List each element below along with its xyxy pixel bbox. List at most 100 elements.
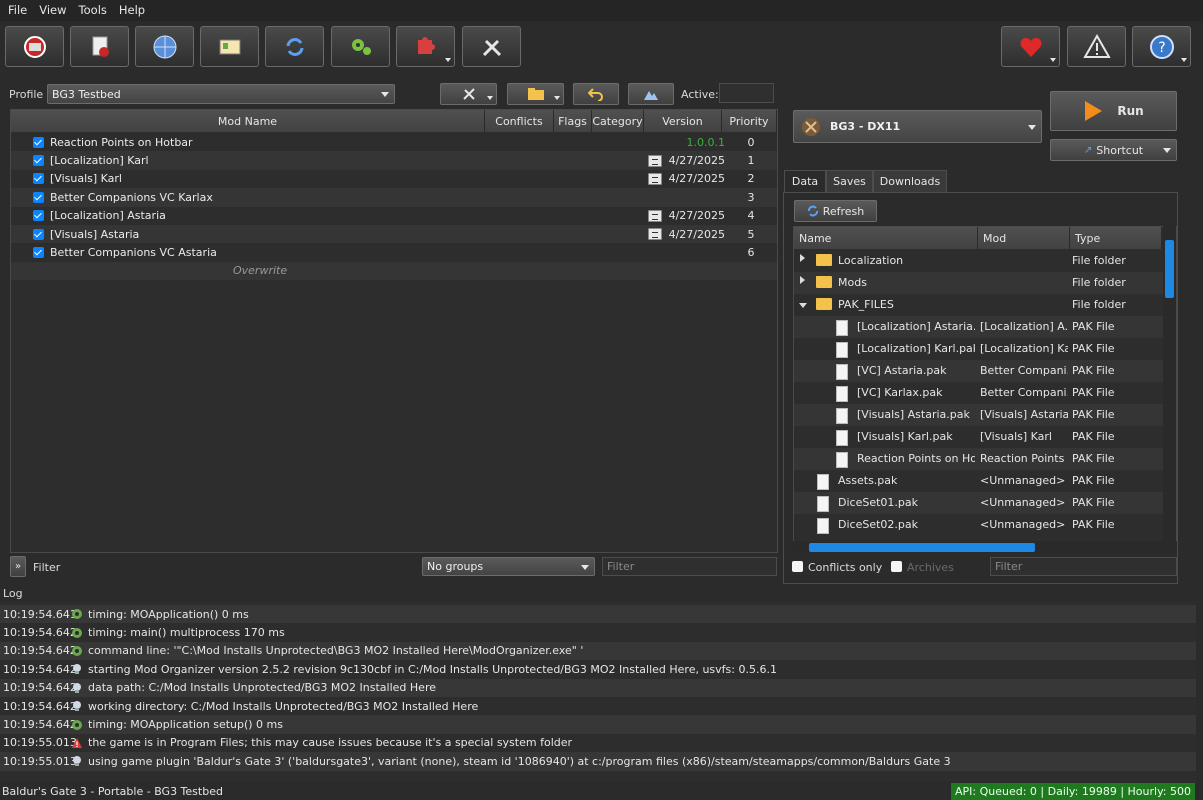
log-time: 10:19:54.642 xyxy=(3,699,77,713)
tree-row-folder[interactable]: Localization File folder xyxy=(794,250,1164,272)
dropdown-caret-icon xyxy=(1181,58,1187,62)
mod-row[interactable]: [Visuals] Astaria 4/27/2025 5 xyxy=(11,225,777,244)
col-priority[interactable]: Priority xyxy=(722,110,777,132)
profiles-button[interactable] xyxy=(200,26,259,67)
scroll-thumb[interactable] xyxy=(809,543,1035,552)
tree-row-file[interactable]: DiceSet02.pak <Unmanaged> PAK File xyxy=(794,514,1164,536)
menu-view[interactable]: View xyxy=(33,0,72,21)
col-name[interactable]: Name xyxy=(794,227,978,249)
mod-enabled-checkbox[interactable] xyxy=(33,247,44,259)
expand-arrow-icon[interactable] xyxy=(800,254,805,262)
help-button[interactable]: ? xyxy=(1132,26,1191,67)
executable-name: BG3 - DX11 xyxy=(830,120,901,133)
col-mod-name[interactable]: Mod Name xyxy=(11,110,485,132)
mod-enabled-checkbox[interactable] xyxy=(33,210,44,222)
scroll-thumb[interactable] xyxy=(1165,240,1174,298)
mod-row[interactable]: [Localization] Astaria 4/27/2025 4 xyxy=(11,207,777,225)
profile-select[interactable]: BG3 Testbed xyxy=(47,84,395,104)
data-filter-input[interactable]: Filter xyxy=(990,557,1177,576)
log-message: working directory: C:/Mod Installs Unpro… xyxy=(88,699,479,713)
modlist-filter-input[interactable]: Filter xyxy=(602,557,777,576)
mod-row[interactable]: Reaction Points on Hotbar 1.0.0.1 0 xyxy=(11,133,777,151)
restore-backup-button[interactable] xyxy=(573,83,619,105)
mod-priority: 3 xyxy=(747,190,755,204)
log-row: 10:19:55.013 using game plugin 'Baldur's… xyxy=(0,752,1196,771)
menu-help[interactable]: Help xyxy=(113,0,151,21)
tree-type: PAK File xyxy=(1072,320,1115,333)
open-folder-button[interactable] xyxy=(507,83,564,105)
install-mod-button[interactable] xyxy=(70,26,129,67)
tree-row-file[interactable]: Reaction Points on Ho... Reaction Points… xyxy=(794,448,1164,470)
log-message: timing: MOApplication setup() 0 ms xyxy=(88,718,283,732)
tree-row-file[interactable]: Assets.pak <Unmanaged> PAK File xyxy=(794,470,1164,492)
mod-enabled-checkbox[interactable] xyxy=(33,155,44,167)
tree-row-file[interactable]: [VC] Astaria.pak Better Compani... PAK F… xyxy=(794,360,1164,382)
tree-row-folder[interactable]: Mods File folder xyxy=(794,272,1164,294)
settings-button[interactable] xyxy=(331,26,390,67)
refresh-data-button[interactable]: Refresh xyxy=(794,200,877,222)
modlist-actions-button[interactable] xyxy=(440,83,497,105)
endorse-button[interactable] xyxy=(1001,26,1060,67)
tree-row-folder[interactable]: PAK_FILES File folder xyxy=(794,294,1164,316)
groups-select[interactable]: No groups xyxy=(422,557,595,576)
expand-filters-button[interactable]: » xyxy=(10,556,26,577)
tab-saves[interactable]: Saves xyxy=(826,170,873,192)
tab-downloads[interactable]: Downloads xyxy=(873,170,947,192)
tree-vertical-scrollbar[interactable] xyxy=(1163,226,1176,542)
mod-enabled-checkbox[interactable] xyxy=(33,136,44,148)
col-conflicts[interactable]: Conflicts xyxy=(485,110,554,132)
tree-mod: Better Compani... xyxy=(980,386,1068,399)
col-flags[interactable]: Flags xyxy=(554,110,592,132)
gear-icon xyxy=(72,627,82,638)
active-label: Active: xyxy=(681,88,719,101)
mod-enabled-checkbox[interactable] xyxy=(33,173,44,185)
problems-button[interactable] xyxy=(1067,26,1126,67)
conflicts-only-checkbox[interactable] xyxy=(792,561,803,572)
menu-file[interactable]: File xyxy=(2,0,33,21)
run-button[interactable]: Run xyxy=(1050,91,1177,131)
conflicts-only-label: Conflicts only xyxy=(808,561,883,574)
tree-horizontal-scrollbar[interactable] xyxy=(793,541,1177,554)
mod-row[interactable]: Better Companions VC Astaria 6 xyxy=(11,243,777,261)
mod-enabled-checkbox[interactable] xyxy=(33,191,44,203)
tree-type: File folder xyxy=(1072,298,1126,311)
tree-row-file[interactable]: [Localization] Karl.pak [Localization] K… xyxy=(794,338,1164,360)
create-backup-button[interactable] xyxy=(628,83,674,105)
lightbulb-icon xyxy=(73,701,81,712)
tab-data[interactable]: Data xyxy=(784,170,826,192)
nexus-button[interactable] xyxy=(135,26,194,67)
mod-priority: 2 xyxy=(747,172,755,186)
tree-row-file[interactable]: [Localization] Astaria.p... [Localizatio… xyxy=(794,316,1164,338)
log-message: using game plugin 'Baldur's Gate 3' ('ba… xyxy=(88,754,951,768)
tree-row-file[interactable]: [VC] Karlax.pak Better Compani... PAK Fi… xyxy=(794,382,1164,404)
executable-select[interactable]: BG3 - DX11 xyxy=(793,110,1042,143)
mod-row[interactable]: [Localization] Karl 4/27/2025 1 xyxy=(11,151,777,170)
menu-tools[interactable]: Tools xyxy=(73,0,113,21)
col-type[interactable]: Type xyxy=(1070,227,1162,249)
plugins-button[interactable] xyxy=(396,26,455,67)
tree-mod: [Localization] A... xyxy=(980,320,1068,333)
mod-version: 4/27/2025 xyxy=(668,154,725,168)
tree-row-file[interactable]: [Visuals] Karl.pak [Visuals] Karl PAK Fi… xyxy=(794,426,1164,448)
log-message: timing: MOApplication() 0 ms xyxy=(88,607,249,621)
col-category[interactable]: Category xyxy=(592,110,644,132)
collapse-arrow-icon[interactable] xyxy=(799,303,807,308)
tree-row-file[interactable]: [Visuals] Astaria.pak [Visuals] Astaria … xyxy=(794,404,1164,426)
menu-bar: File View Tools Help xyxy=(0,0,1203,21)
change-game-button[interactable] xyxy=(5,26,64,67)
mod-enabled-checkbox[interactable] xyxy=(33,228,44,240)
refresh-icon xyxy=(807,205,818,217)
shortcut-button[interactable]: ↗ Shortcut xyxy=(1050,139,1177,161)
col-mod[interactable]: Mod xyxy=(978,227,1070,249)
expand-arrow-icon[interactable] xyxy=(800,276,805,284)
tree-row-file[interactable]: DiceSet01.pak <Unmanaged> PAK File xyxy=(794,492,1164,514)
tools-button[interactable] xyxy=(462,26,521,67)
col-version[interactable]: Version xyxy=(644,110,722,132)
archives-label: Archives xyxy=(907,561,954,574)
refresh-button[interactable] xyxy=(265,26,324,67)
overwrite-row[interactable]: Overwrite xyxy=(11,261,777,281)
mod-row[interactable]: [Visuals] Karl 4/27/2025 2 xyxy=(11,170,777,188)
mod-row[interactable]: Better Companions VC Karlax 3 xyxy=(11,188,777,207)
log-row: 10:19:54.642 timing: main() multiprocess… xyxy=(0,623,1196,641)
archives-checkbox[interactable] xyxy=(891,561,902,572)
